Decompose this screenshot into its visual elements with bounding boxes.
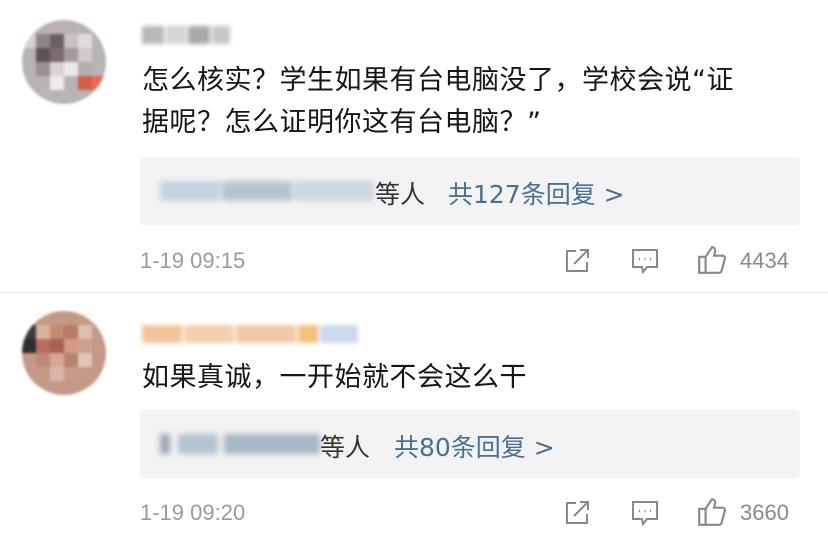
comment-text-line: 怎么核实？学生如果有台电脑没了，学校会说“证 bbox=[142, 65, 734, 96]
username[interactable] bbox=[142, 22, 232, 48]
thumbs-up-icon[interactable] bbox=[696, 244, 728, 276]
comment-text-line: 如果真诚，一开始就不会这么干 bbox=[142, 362, 527, 393]
timestamp: 1-19 09:15 bbox=[140, 248, 246, 273]
comment-icon[interactable] bbox=[630, 246, 660, 276]
avatar[interactable] bbox=[22, 311, 106, 395]
username[interactable] bbox=[142, 321, 362, 347]
comment-icon[interactable] bbox=[630, 498, 660, 528]
reply-suffix: 等人 bbox=[320, 433, 371, 462]
view-replies-link[interactable]: 共127条回复 > bbox=[448, 175, 625, 211]
reply-preview[interactable]: 等人 共127条回复 > bbox=[140, 157, 800, 225]
comment-item: 如果真诚，一开始就不会这么干 等人 共80条回复 > 1-19 09:20 36… bbox=[0, 293, 828, 542]
thumbs-up-icon[interactable] bbox=[696, 496, 728, 528]
share-icon[interactable] bbox=[562, 498, 592, 528]
share-icon[interactable] bbox=[562, 246, 592, 276]
reply-preview[interactable]: 等人 共80条回复 > bbox=[140, 410, 800, 478]
comment-item: 怎么核实？学生如果有台电脑没了，学校会说“证 据呢？怎么证明你这有台电脑？” 等… bbox=[0, 0, 828, 290]
comment-text-line: 据呢？怎么证明你这有台电脑？” bbox=[142, 107, 542, 138]
comment-text: 怎么核实？学生如果有台电脑没了，学校会说“证 据呢？怎么证明你这有台电脑？” bbox=[142, 60, 812, 144]
like-count: 4434 bbox=[740, 248, 789, 273]
timestamp: 1-19 09:20 bbox=[140, 500, 246, 525]
reply-usernames bbox=[160, 434, 320, 454]
view-replies-link[interactable]: 共80条回复 > bbox=[394, 428, 555, 464]
reply-suffix: 等人 bbox=[375, 180, 426, 209]
avatar[interactable] bbox=[22, 20, 106, 104]
like-count: 3660 bbox=[740, 500, 789, 525]
comment-text: 如果真诚，一开始就不会这么干 bbox=[142, 357, 812, 399]
reply-usernames bbox=[160, 181, 375, 201]
